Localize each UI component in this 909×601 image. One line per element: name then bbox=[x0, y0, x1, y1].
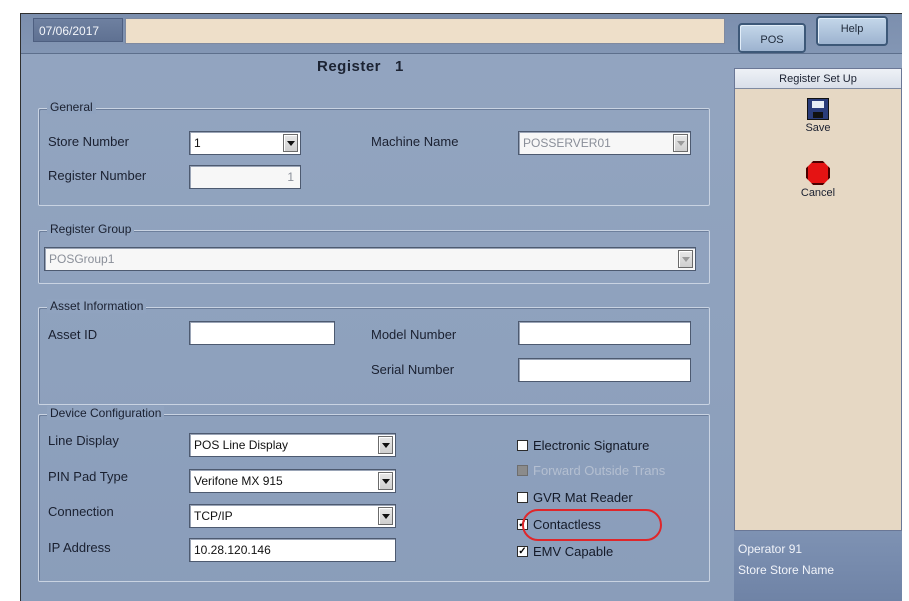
register-number-title: 1 bbox=[395, 58, 404, 75]
general-legend: General bbox=[47, 100, 96, 114]
machine-name-value: POSSERVER01 bbox=[523, 136, 611, 150]
cancel-label: Cancel bbox=[800, 187, 836, 199]
store-number-select[interactable]: 1 bbox=[189, 131, 301, 155]
electronic-signature-label: Electronic Signature bbox=[533, 438, 650, 453]
gvr-mat-reader-label: GVR Mat Reader bbox=[533, 490, 633, 505]
chevron-down-icon[interactable] bbox=[378, 436, 393, 454]
emv-capable-checkbox-row[interactable]: ✓ EMV Capable bbox=[517, 544, 613, 560]
pin-pad-type-value: Verifone MX 915 bbox=[194, 474, 283, 488]
pin-pad-type-label: PIN Pad Type bbox=[48, 469, 128, 484]
connection-label: Connection bbox=[48, 504, 114, 519]
forward-outside-trans-checkbox[interactable] bbox=[517, 465, 528, 477]
chevron-down-icon[interactable] bbox=[378, 472, 393, 490]
line-display-value: POS Line Display bbox=[194, 438, 289, 452]
ip-address-label: IP Address bbox=[48, 540, 111, 555]
save-button[interactable]: Save bbox=[735, 98, 901, 134]
chevron-down-icon[interactable] bbox=[283, 134, 298, 152]
chevron-down-icon[interactable] bbox=[378, 507, 393, 525]
page-title: Register 1 bbox=[317, 58, 404, 75]
connection-value: TCP/IP bbox=[194, 509, 233, 523]
electronic-signature-checkbox[interactable] bbox=[517, 440, 528, 452]
help-button[interactable]: Help bbox=[816, 16, 888, 46]
message-bar bbox=[125, 18, 725, 44]
store-number-label: Store Number bbox=[48, 134, 129, 149]
gvr-mat-reader-checkbox-row[interactable]: GVR Mat Reader bbox=[517, 490, 633, 506]
top-bar: 07/06/2017 POS Help bbox=[21, 14, 902, 54]
serial-number-field[interactable] bbox=[518, 358, 691, 382]
store-number-value: 1 bbox=[194, 136, 201, 150]
register-number-field[interactable]: 1 bbox=[189, 165, 301, 189]
pos-button[interactable]: POS bbox=[738, 23, 806, 53]
register-group-value: POSGroup1 bbox=[49, 252, 115, 266]
chevron-down-icon[interactable] bbox=[678, 250, 693, 268]
contactless-highlight-oval bbox=[522, 509, 662, 541]
gvr-mat-reader-checkbox[interactable] bbox=[517, 492, 528, 504]
serial-number-label: Serial Number bbox=[371, 362, 455, 377]
machine-name-select[interactable]: POSSERVER01 bbox=[518, 131, 691, 155]
forward-outside-trans-label: Forward Outside Trans bbox=[533, 463, 666, 478]
store-name-text: Store Store Name bbox=[738, 563, 835, 577]
line-display-label: Line Display bbox=[48, 433, 119, 448]
model-number-label: Model Number bbox=[371, 327, 457, 342]
pin-pad-type-select[interactable]: Verifone MX 915 bbox=[189, 469, 396, 493]
line-display-select[interactable]: POS Line Display bbox=[189, 433, 396, 457]
register-setup-panel: Register Set Up Save Cancel bbox=[734, 68, 902, 531]
operator-text: Operator 91 bbox=[738, 542, 803, 556]
cancel-button[interactable]: Cancel bbox=[735, 161, 901, 199]
save-label: Save bbox=[805, 122, 831, 134]
asset-id-label: Asset ID bbox=[48, 327, 98, 342]
connection-select[interactable]: TCP/IP bbox=[189, 504, 396, 528]
register-group-legend: Register Group bbox=[47, 222, 135, 236]
register-setup-window: 07/06/2017 POS Help Register 1 General S… bbox=[21, 14, 902, 601]
electronic-signature-checkbox-row[interactable]: Electronic Signature bbox=[517, 438, 649, 454]
register-group-select[interactable]: POSGroup1 bbox=[44, 247, 696, 271]
register-number-label: Register Number bbox=[48, 168, 147, 183]
emv-capable-label: EMV Capable bbox=[533, 544, 614, 559]
page-title-text: Register bbox=[317, 58, 382, 75]
forward-outside-trans-checkbox-row[interactable]: Forward Outside Trans bbox=[517, 463, 665, 479]
model-number-field[interactable] bbox=[518, 321, 691, 345]
cancel-icon bbox=[806, 161, 830, 185]
chevron-down-icon[interactable] bbox=[673, 134, 688, 152]
device-configuration-legend: Device Configuration bbox=[47, 406, 165, 420]
save-icon bbox=[807, 98, 829, 120]
date-display: 07/06/2017 bbox=[33, 18, 123, 42]
general-group: General bbox=[38, 100, 710, 206]
asset-information-legend: Asset Information bbox=[47, 299, 147, 313]
machine-name-label: Machine Name bbox=[371, 134, 459, 149]
asset-id-field[interactable] bbox=[189, 321, 335, 345]
operator-footer: Operator 91 Store Store Name bbox=[734, 531, 902, 601]
emv-capable-checkbox[interactable]: ✓ bbox=[517, 546, 528, 558]
register-setup-header: Register Set Up bbox=[735, 69, 901, 89]
ip-address-field[interactable]: 10.28.120.146 bbox=[189, 538, 396, 562]
